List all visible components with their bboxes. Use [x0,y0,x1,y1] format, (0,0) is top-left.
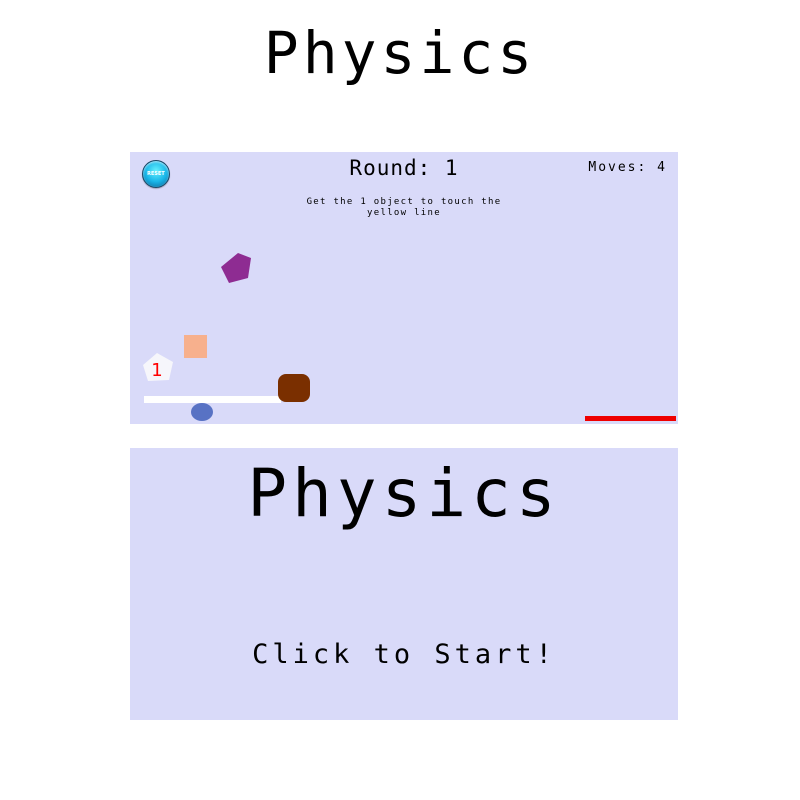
click-to-start-button[interactable]: Click to Start! [130,638,678,672]
start-screen-panel[interactable]: Physics Click to Start! [130,448,678,720]
moves-label: Moves: 4 [588,160,667,175]
orange-square-object[interactable] [184,335,207,358]
page-title: Physics [263,19,537,87]
pentagon-number-label: 1 [151,360,162,381]
physics-scene[interactable]: 1 [130,152,678,424]
blue-ball-object[interactable] [191,403,213,421]
start-screen-title: Physics [247,455,561,532]
purple-pentagon-object[interactable] [221,253,251,283]
game-canvas[interactable]: 1 RESET Round: 1 Moves: 4 Get the 1 obje… [130,152,678,424]
instruction-text: Get the 1 object to touch the yellow lin… [306,197,502,218]
white-platform [144,396,281,403]
brown-rounded-block-object[interactable] [278,374,310,402]
red-target-line [585,416,676,421]
